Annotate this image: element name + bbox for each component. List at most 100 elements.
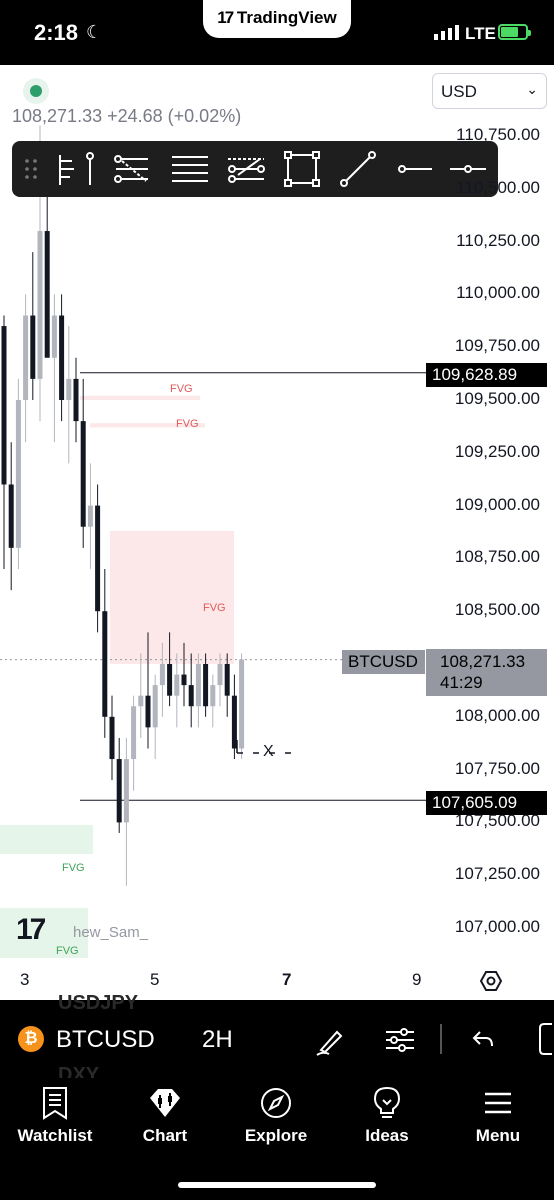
candle-body [167,664,173,696]
symbol-bar: USDJPY DXY ₿ BTCUSD 2H [0,992,554,1086]
candle-body [210,685,216,707]
tab-watchlist[interactable]: Watchlist [0,1086,110,1146]
fvg-zone-green [0,825,93,854]
candle-body [66,378,72,400]
do-not-disturb-icon: ☾ [86,22,103,42]
candle-body [231,695,237,749]
rectangle-icon[interactable] [280,141,324,197]
candle-body [195,664,201,707]
tab-label: Menu [475,1126,521,1145]
price-tick: 108,000.00 [454,705,540,725]
price-tick: 110,750.00 [456,125,540,144]
chart-settings-icon[interactable] [480,970,502,992]
candle-body [109,716,115,760]
tab-label: Watchlist [17,1126,93,1145]
upper-line-price-tag[interactable]: 109,628.89 [426,363,547,387]
candle-body [37,231,43,379]
price-tick: 110,500.00 [456,177,540,197]
tab-label: Ideas [365,1126,409,1145]
candle-body [30,315,36,379]
status-bar: 2:18 ☾ 17 TradingView LTE [0,0,554,65]
candle-body [181,674,187,686]
time-tick: 7 [282,970,292,989]
chart-icon [150,1089,180,1117]
chart-area[interactable]: USD ⌄ 108,271.33 +24.68 (+0.02%) 110,750… [0,65,554,1000]
price-tick: 108,750.00 [454,547,540,567]
lower-line-price-tag[interactable]: 107,605.09 [426,791,547,815]
tab-explore[interactable]: Explore [221,1086,331,1146]
candle-body [59,315,65,400]
author-watermark: hew_Sam_ [73,924,149,941]
symbol-price-tag: BTCUSD [342,650,425,674]
undo-icon[interactable] [470,1026,496,1052]
app-notch: 17 TradingView [203,0,351,38]
lightbulb-icon [373,1086,401,1118]
watchlist-icon [43,1087,67,1120]
candle-body [95,505,101,612]
pitchfork-icon[interactable] [224,141,268,197]
fib-channel-icon[interactable] [110,141,154,197]
candle-body [224,664,230,696]
ray-icon[interactable] [392,141,436,197]
candle-body [138,695,144,707]
drawing-tools-icon[interactable] [313,1024,347,1058]
candle-body [8,484,14,548]
previous-symbol-ghost: USDJPY [58,992,139,1014]
candle-body [131,706,137,760]
candle-body [51,315,57,358]
drawing-toolbar [12,141,498,197]
price-tick: 107,250.00 [454,864,540,884]
price-tick: 110,250.00 [456,230,540,250]
tab-ideas[interactable]: Ideas [332,1086,442,1146]
candle-body [152,685,158,728]
candle-body [203,664,209,707]
candlestick-chart[interactable] [0,65,554,1000]
toolbar-divider [440,1024,442,1054]
price-tick: 107,000.00 [454,917,540,936]
tab-label: Explore [244,1126,308,1145]
symbol-name[interactable]: BTCUSD [56,1026,155,1054]
parallel-lines-icon[interactable] [168,141,212,197]
price-tick: 109,750.00 [454,336,540,356]
candle-body [1,326,7,485]
fvg-zone [80,395,200,400]
position-marker-label: X [263,743,274,760]
signal-icon [434,25,459,40]
home-indicator [178,1182,376,1188]
indicators-icon[interactable] [384,1024,416,1056]
price-tick: 109,000.00 [454,494,540,514]
bar-countdown: 41:29 [440,673,483,692]
candle-body [23,315,29,400]
candle-body [145,695,151,728]
time-tick: 5 [150,970,160,989]
fvg-label: FVG [176,418,199,430]
trend-line-icon[interactable] [336,141,380,197]
fullscreen-icon[interactable] [536,1022,554,1056]
interval-button[interactable]: 2H [202,1026,233,1054]
tradingview-watermark-logo: 17 [16,913,46,946]
fvg-label: FVG [56,945,79,957]
candle-body [239,659,245,749]
time-tick: 3 [20,970,30,989]
tab-menu[interactable]: Menu [443,1086,553,1146]
candle-body [44,231,50,358]
price-tick: 109,500.00 [454,389,540,408]
candle-body [188,685,194,707]
current-price-tag: 108,271.33 41:29 [426,649,547,696]
time-tick: 9 [412,970,422,989]
candle-body [102,611,108,717]
price-tick: 110,000.00 [456,283,540,303]
candle-body [116,759,122,823]
fib-retracement-icon[interactable] [52,141,102,197]
candle-body [15,400,21,548]
tab-chart[interactable]: Chart [110,1086,220,1146]
price-tick: 109,250.00 [454,441,540,461]
drag-handle-icon[interactable] [18,141,44,197]
candle-body [174,674,180,696]
fvg-zone [110,530,234,664]
candle-body [87,505,93,527]
tradingview-logo: 17 TradingView [217,8,337,27]
network-type: LTE [465,24,496,43]
compass-icon [261,1088,291,1118]
fvg-label: FVG [170,383,193,395]
